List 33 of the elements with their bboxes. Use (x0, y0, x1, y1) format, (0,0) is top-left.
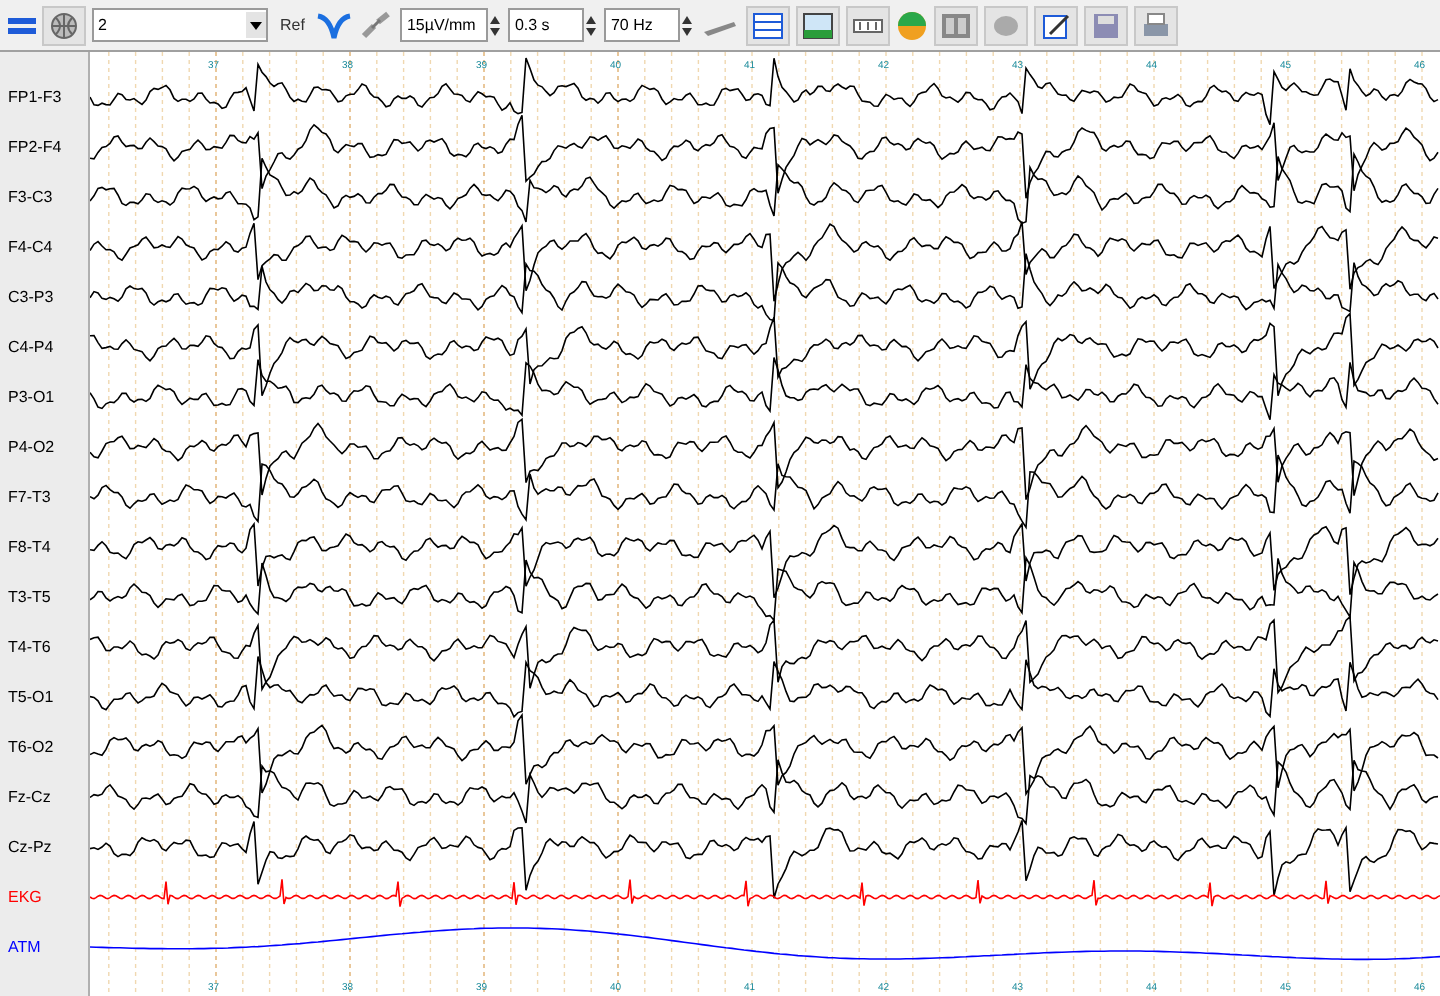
layout-icon[interactable] (746, 5, 791, 45)
caret-icon (246, 12, 266, 38)
montage-dropdown[interactable]: 2 (92, 8, 268, 42)
filter-field[interactable]: 70 Hz (604, 8, 681, 42)
ruler-icon[interactable] (846, 5, 891, 45)
channel-label: ATM (8, 939, 41, 955)
channel-label: F3-C3 (8, 189, 53, 205)
channel-label: T4-T6 (8, 639, 51, 655)
channel-label: C3-P3 (8, 289, 54, 305)
channel-label: Cz-Pz (8, 839, 52, 855)
menu-icon[interactable] (8, 13, 36, 37)
globe-icon[interactable] (42, 5, 86, 45)
print-icon[interactable] (1134, 5, 1179, 45)
channel-label: P3-O1 (8, 389, 55, 405)
channel-label: FP2-F4 (8, 139, 62, 155)
channel-label: T6-O2 (8, 739, 54, 755)
channel-label: C4-P4 (8, 339, 54, 355)
channel-label: EKG (8, 889, 42, 905)
colormap-icon[interactable] (896, 9, 929, 41)
channel-label: F7-T3 (8, 489, 51, 505)
channel-label: F4-C4 (8, 239, 53, 255)
channel-label: P4-O2 (8, 439, 55, 455)
channel-label: T3-T5 (8, 589, 51, 605)
scale-icon[interactable] (796, 5, 841, 45)
channel-label: Fz-Cz (8, 789, 51, 805)
reference-button[interactable]: Ref (274, 5, 311, 45)
edit-icon[interactable] (1034, 5, 1079, 45)
channel-label: FP1-F3 (8, 89, 62, 105)
filter-curve-icon[interactable] (316, 9, 353, 41)
channel-label: F8-T4 (8, 539, 51, 555)
time-constant-field[interactable]: 0.3 s (508, 8, 585, 42)
channel-label: T5-O1 (8, 689, 54, 705)
sensitivity-field[interactable]: 15µV/mm (400, 8, 489, 42)
